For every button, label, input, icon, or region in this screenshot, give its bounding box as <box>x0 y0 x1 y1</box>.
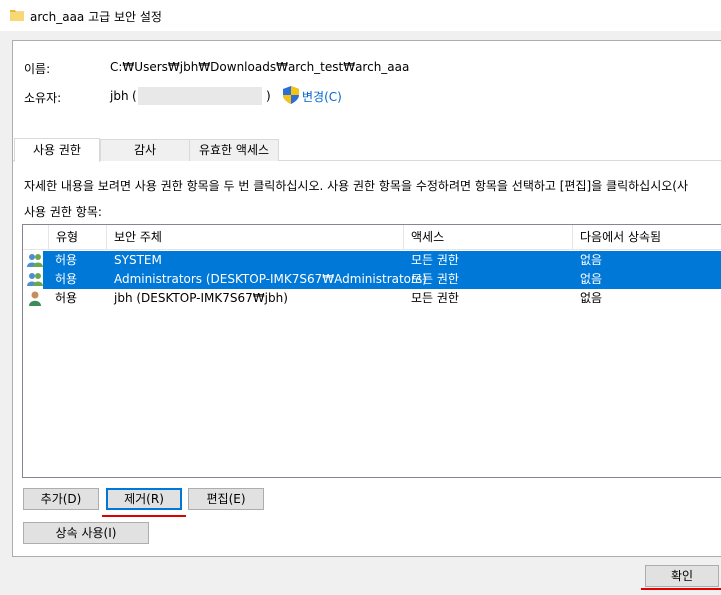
permission-row-system[interactable]: 허용 SYSTEM 모든 권한 없음 <box>23 251 721 270</box>
enable-inheritance-button[interactable]: 상속 사용(I) <box>23 522 149 544</box>
entry-access: 모든 권한 <box>411 272 459 286</box>
entry-type: 허용 <box>55 291 78 305</box>
entry-principal: SYSTEM <box>114 253 162 267</box>
entry-access: 모든 권한 <box>411 253 459 267</box>
owner-paren-close: ) <box>266 89 271 103</box>
name-value: C:₩Users₩jbh₩Downloads₩arch_test₩arch_aa… <box>110 60 410 74</box>
owner-paren-open: ( <box>132 89 137 103</box>
column-header-access[interactable]: 액세스 <box>403 225 573 249</box>
tab-auditing[interactable]: 감사 <box>100 139 190 161</box>
add-button[interactable]: 추가(D) <box>23 488 99 510</box>
permission-row-jbh[interactable]: 허용 jbh (DESKTOP-IMK7S67₩jbh) 모든 권한 없음 <box>23 289 721 308</box>
list-header: 유형 보안 주체 액세스 다음에서 상속됨 <box>23 225 721 250</box>
edit-button[interactable]: 편집(E) <box>188 488 264 510</box>
entry-principal: Administrators (DESKTOP-IMK7S67₩Administ… <box>114 272 427 286</box>
ok-button[interactable]: 확인 <box>645 565 719 587</box>
highlight-underline <box>102 515 186 517</box>
permission-entries-list[interactable]: 유형 보안 주체 액세스 다음에서 상속됨 허용 SYSTEM 모든 권한 없음… <box>22 224 721 478</box>
description-text: 자세한 내용을 보려면 사용 권한 항목을 두 번 클릭하십시오. 사용 권한 … <box>24 179 689 193</box>
entry-type: 허용 <box>55 253 78 267</box>
entry-inherited: 없음 <box>580 272 603 286</box>
change-owner-link[interactable]: 변경(C) <box>302 88 342 105</box>
remove-button[interactable]: 제거(R) <box>106 488 182 510</box>
entry-access: 모든 권한 <box>411 291 459 305</box>
entry-principal: jbh (DESKTOP-IMK7S67₩jbh) <box>114 291 288 305</box>
tab-permissions[interactable]: 사용 권한 <box>14 138 100 162</box>
group-icon <box>27 254 43 267</box>
window-title: arch_aaa 고급 보안 설정 <box>30 10 162 24</box>
permission-entries-label: 사용 권한 항목: <box>24 205 102 219</box>
permission-row-administrators[interactable]: 허용 Administrators (DESKTOP-IMK7S67₩Admin… <box>23 270 721 289</box>
uac-shield-icon <box>283 86 299 104</box>
group-icon <box>27 273 43 286</box>
entry-inherited: 없음 <box>580 291 603 305</box>
title-bar: arch_aaa 고급 보안 설정 <box>0 0 721 31</box>
entry-type: 허용 <box>55 272 78 286</box>
owner-label: 소유자: <box>24 91 62 105</box>
column-header-principal[interactable]: 보안 주체 <box>106 225 402 249</box>
tab-effective-access[interactable]: 유효한 액세스 <box>189 139 279 161</box>
user-icon <box>29 291 41 306</box>
entry-inherited: 없음 <box>580 253 603 267</box>
redacted-owner-detail <box>138 87 262 105</box>
highlight-underline <box>641 588 721 590</box>
column-header-inherited-from[interactable]: 다음에서 상속됨 <box>572 225 721 249</box>
name-label: 이름: <box>24 62 51 76</box>
folder-icon <box>10 10 24 21</box>
owner-value: jbh <box>110 89 129 103</box>
